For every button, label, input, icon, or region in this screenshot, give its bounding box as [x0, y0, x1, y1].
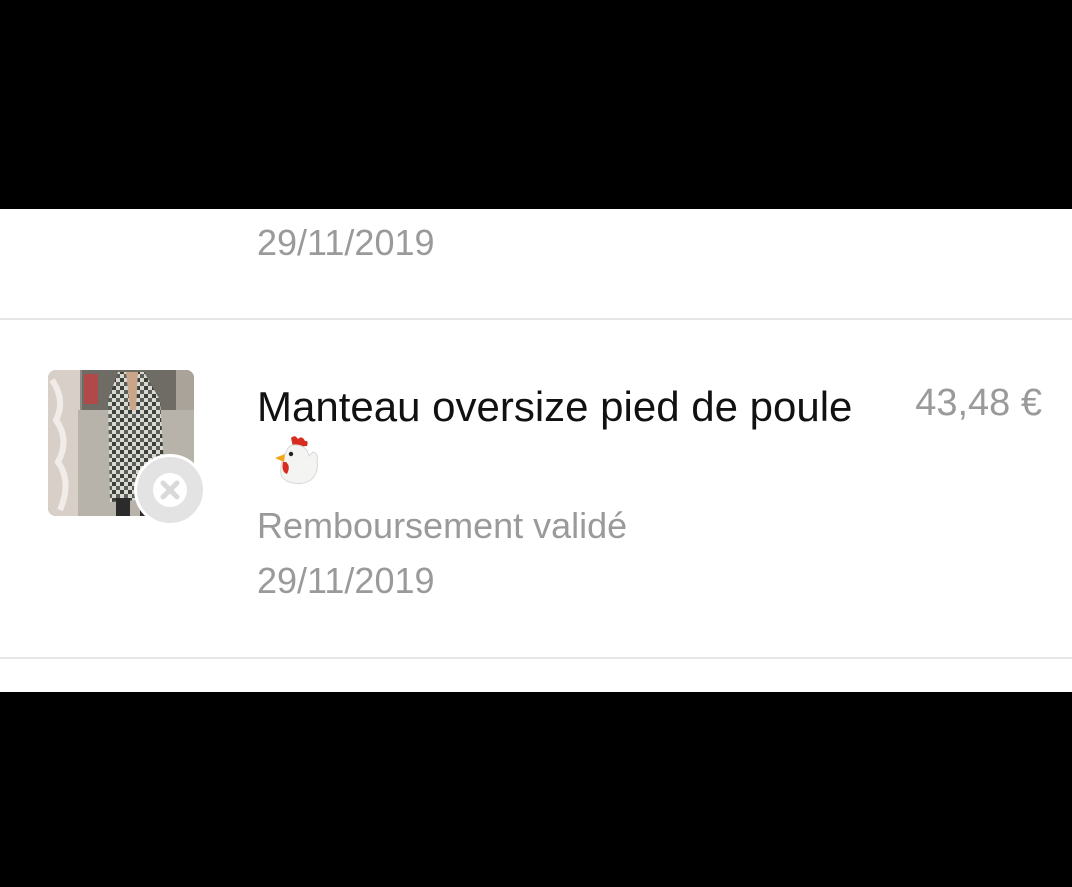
letterbox-top — [0, 0, 1072, 209]
item-price: 43,48 € — [915, 382, 1042, 424]
list-divider — [0, 657, 1072, 659]
item-title-text: Manteau oversize pied de poule — [257, 383, 853, 430]
list-divider — [0, 318, 1072, 320]
item-status: Remboursement validé — [257, 505, 628, 546]
chicken-emoji-icon — [267, 432, 323, 506]
refund-status-badge — [134, 454, 206, 526]
close-icon — [153, 473, 187, 507]
item-title: Manteau oversize pied de poule — [257, 375, 857, 506]
item-date: 29/11/2019 — [257, 560, 435, 601]
item-thumbnail[interactable] — [48, 370, 206, 526]
letterbox-bottom — [0, 692, 1072, 887]
previous-item-date: 29/11/2019 — [257, 222, 435, 263]
transactions-list: 29/11/2019 Manteau oversize pied de poul… — [0, 209, 1072, 692]
